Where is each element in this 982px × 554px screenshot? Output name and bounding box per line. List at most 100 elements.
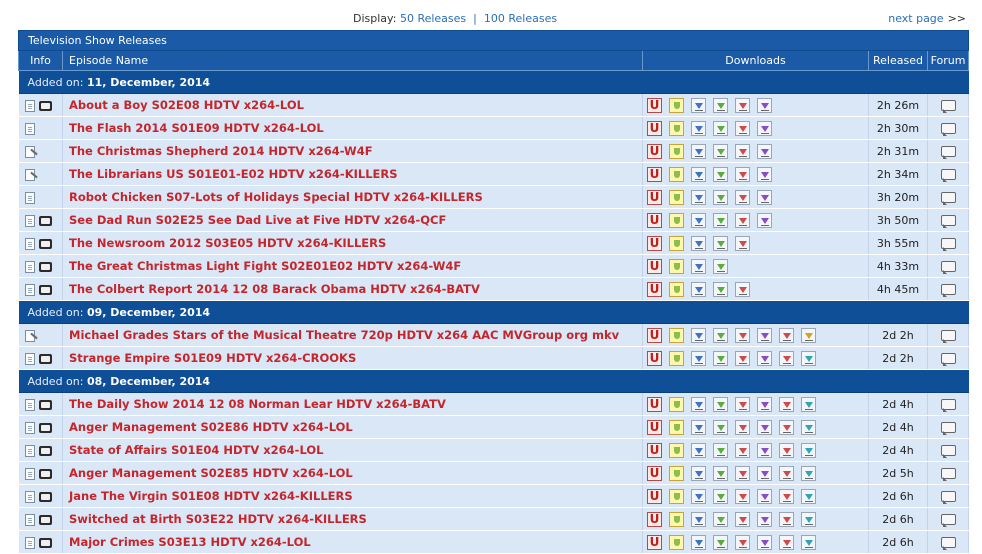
forum-comment-icon[interactable] [940,491,956,504]
download-blue-icon[interactable] [691,212,706,228]
safe-download-icon[interactable] [669,235,684,251]
forum-comment-icon[interactable] [940,146,956,159]
document-edit-icon[interactable] [24,329,37,342]
download-purple-icon[interactable] [757,212,772,228]
safe-download-icon[interactable] [669,327,684,343]
download-purple-icon[interactable] [757,166,772,182]
document-icon[interactable] [24,513,35,526]
magnet-icon[interactable] [647,327,662,343]
episode-link[interactable]: Major Crimes S03E13 HDTV x264-LOL [69,535,311,549]
download-purple-icon[interactable] [757,189,772,205]
episode-link[interactable]: Switched at Birth S03E22 HDTV x264-KILLE… [69,512,367,526]
safe-download-icon[interactable] [669,97,684,113]
download-green-icon[interactable] [713,143,728,159]
document-icon[interactable] [24,214,35,227]
magnet-icon[interactable] [647,488,662,504]
download-blue-icon[interactable] [691,166,706,182]
download-blue-icon[interactable] [691,327,706,343]
document-icon[interactable] [24,260,35,273]
tv-icon[interactable] [38,422,52,433]
download-blue-icon[interactable] [691,189,706,205]
episode-link[interactable]: The Great Christmas Light Fight S02E01E0… [69,259,461,273]
tv-icon[interactable] [38,100,52,111]
download-blue-icon[interactable] [691,511,706,527]
download-purple-icon[interactable] [757,511,772,527]
download-purple-icon[interactable] [757,419,772,435]
download-green-icon[interactable] [713,488,728,504]
safe-download-icon[interactable] [669,258,684,274]
episode-link[interactable]: The Daily Show 2014 12 08 Norman Lear HD… [69,397,446,411]
download-green-icon[interactable] [713,120,728,136]
magnet-icon[interactable] [647,396,662,412]
document-icon[interactable] [24,352,35,365]
download-green-icon[interactable] [713,465,728,481]
magnet-icon[interactable] [647,120,662,136]
episode-link[interactable]: About a Boy S02E08 HDTV x264-LOL [69,98,304,112]
download-red-icon[interactable] [735,97,750,113]
download-blue-icon[interactable] [691,350,706,366]
download-blue-icon[interactable] [691,419,706,435]
next-page-link[interactable]: next page [888,12,943,25]
safe-download-icon[interactable] [669,350,684,366]
episode-link[interactable]: The Flash 2014 S01E09 HDTV x264-LOL [69,121,324,135]
tv-icon[interactable] [38,514,52,525]
episode-link[interactable]: Strange Empire S01E09 HDTV x264-CROOKS [69,351,356,365]
forum-comment-icon[interactable] [940,422,956,435]
forum-comment-icon[interactable] [940,330,956,343]
tv-icon[interactable] [38,238,52,249]
download-purple-icon[interactable] [757,120,772,136]
download-red-icon[interactable] [779,511,794,527]
tv-icon[interactable] [38,284,52,295]
magnet-icon[interactable] [647,511,662,527]
download-teal-icon[interactable] [801,488,816,504]
download-purple-icon[interactable] [757,143,772,159]
download-green-icon[interactable] [713,258,728,274]
forum-comment-icon[interactable] [940,215,956,228]
forum-comment-icon[interactable] [940,123,956,136]
magnet-icon[interactable] [647,419,662,435]
tv-icon[interactable] [38,491,52,502]
download-purple-icon[interactable] [757,97,772,113]
download-red-icon[interactable] [779,442,794,458]
download-red-icon[interactable] [779,396,794,412]
download-red-icon[interactable] [735,511,750,527]
document-icon[interactable] [24,398,35,411]
download-red-icon[interactable] [735,488,750,504]
download-purple-icon[interactable] [757,442,772,458]
forum-comment-icon[interactable] [940,238,956,251]
document-icon[interactable] [24,444,35,457]
episode-link[interactable]: Anger Management S02E86 HDTV x264-LOL [69,420,353,434]
magnet-icon[interactable] [647,143,662,159]
safe-download-icon[interactable] [669,143,684,159]
download-blue-icon[interactable] [691,97,706,113]
download-red-icon[interactable] [735,350,750,366]
download-red-icon[interactable] [735,212,750,228]
download-blue-icon[interactable] [691,534,706,550]
forum-comment-icon[interactable] [940,261,956,274]
download-blue-icon[interactable] [691,465,706,481]
forum-comment-icon[interactable] [940,468,956,481]
episode-link[interactable]: Robot Chicken S07-Lots of Holidays Speci… [69,190,483,204]
tv-icon[interactable] [38,353,52,364]
download-green-icon[interactable] [713,534,728,550]
safe-download-icon[interactable] [669,419,684,435]
forum-comment-icon[interactable] [940,169,956,182]
download-purple-icon[interactable] [757,534,772,550]
magnet-icon[interactable] [647,350,662,366]
download-green-icon[interactable] [713,189,728,205]
download-blue-icon[interactable] [691,488,706,504]
download-blue-icon[interactable] [691,281,706,297]
download-blue-icon[interactable] [691,258,706,274]
document-icon[interactable] [24,421,35,434]
download-red-icon[interactable] [735,281,750,297]
forum-comment-icon[interactable] [940,100,956,113]
download-red-icon[interactable] [779,534,794,550]
download-green-icon[interactable] [713,419,728,435]
document-edit-icon[interactable] [24,145,37,158]
episode-link[interactable]: State of Affairs S01E04 HDTV x264-LOL [69,443,323,457]
download-teal-icon[interactable] [801,465,816,481]
episode-link[interactable]: The Christmas Shepherd 2014 HDTV x264-W4… [69,144,373,158]
download-purple-icon[interactable] [757,396,772,412]
download-green-icon[interactable] [713,166,728,182]
download-red-icon[interactable] [735,235,750,251]
